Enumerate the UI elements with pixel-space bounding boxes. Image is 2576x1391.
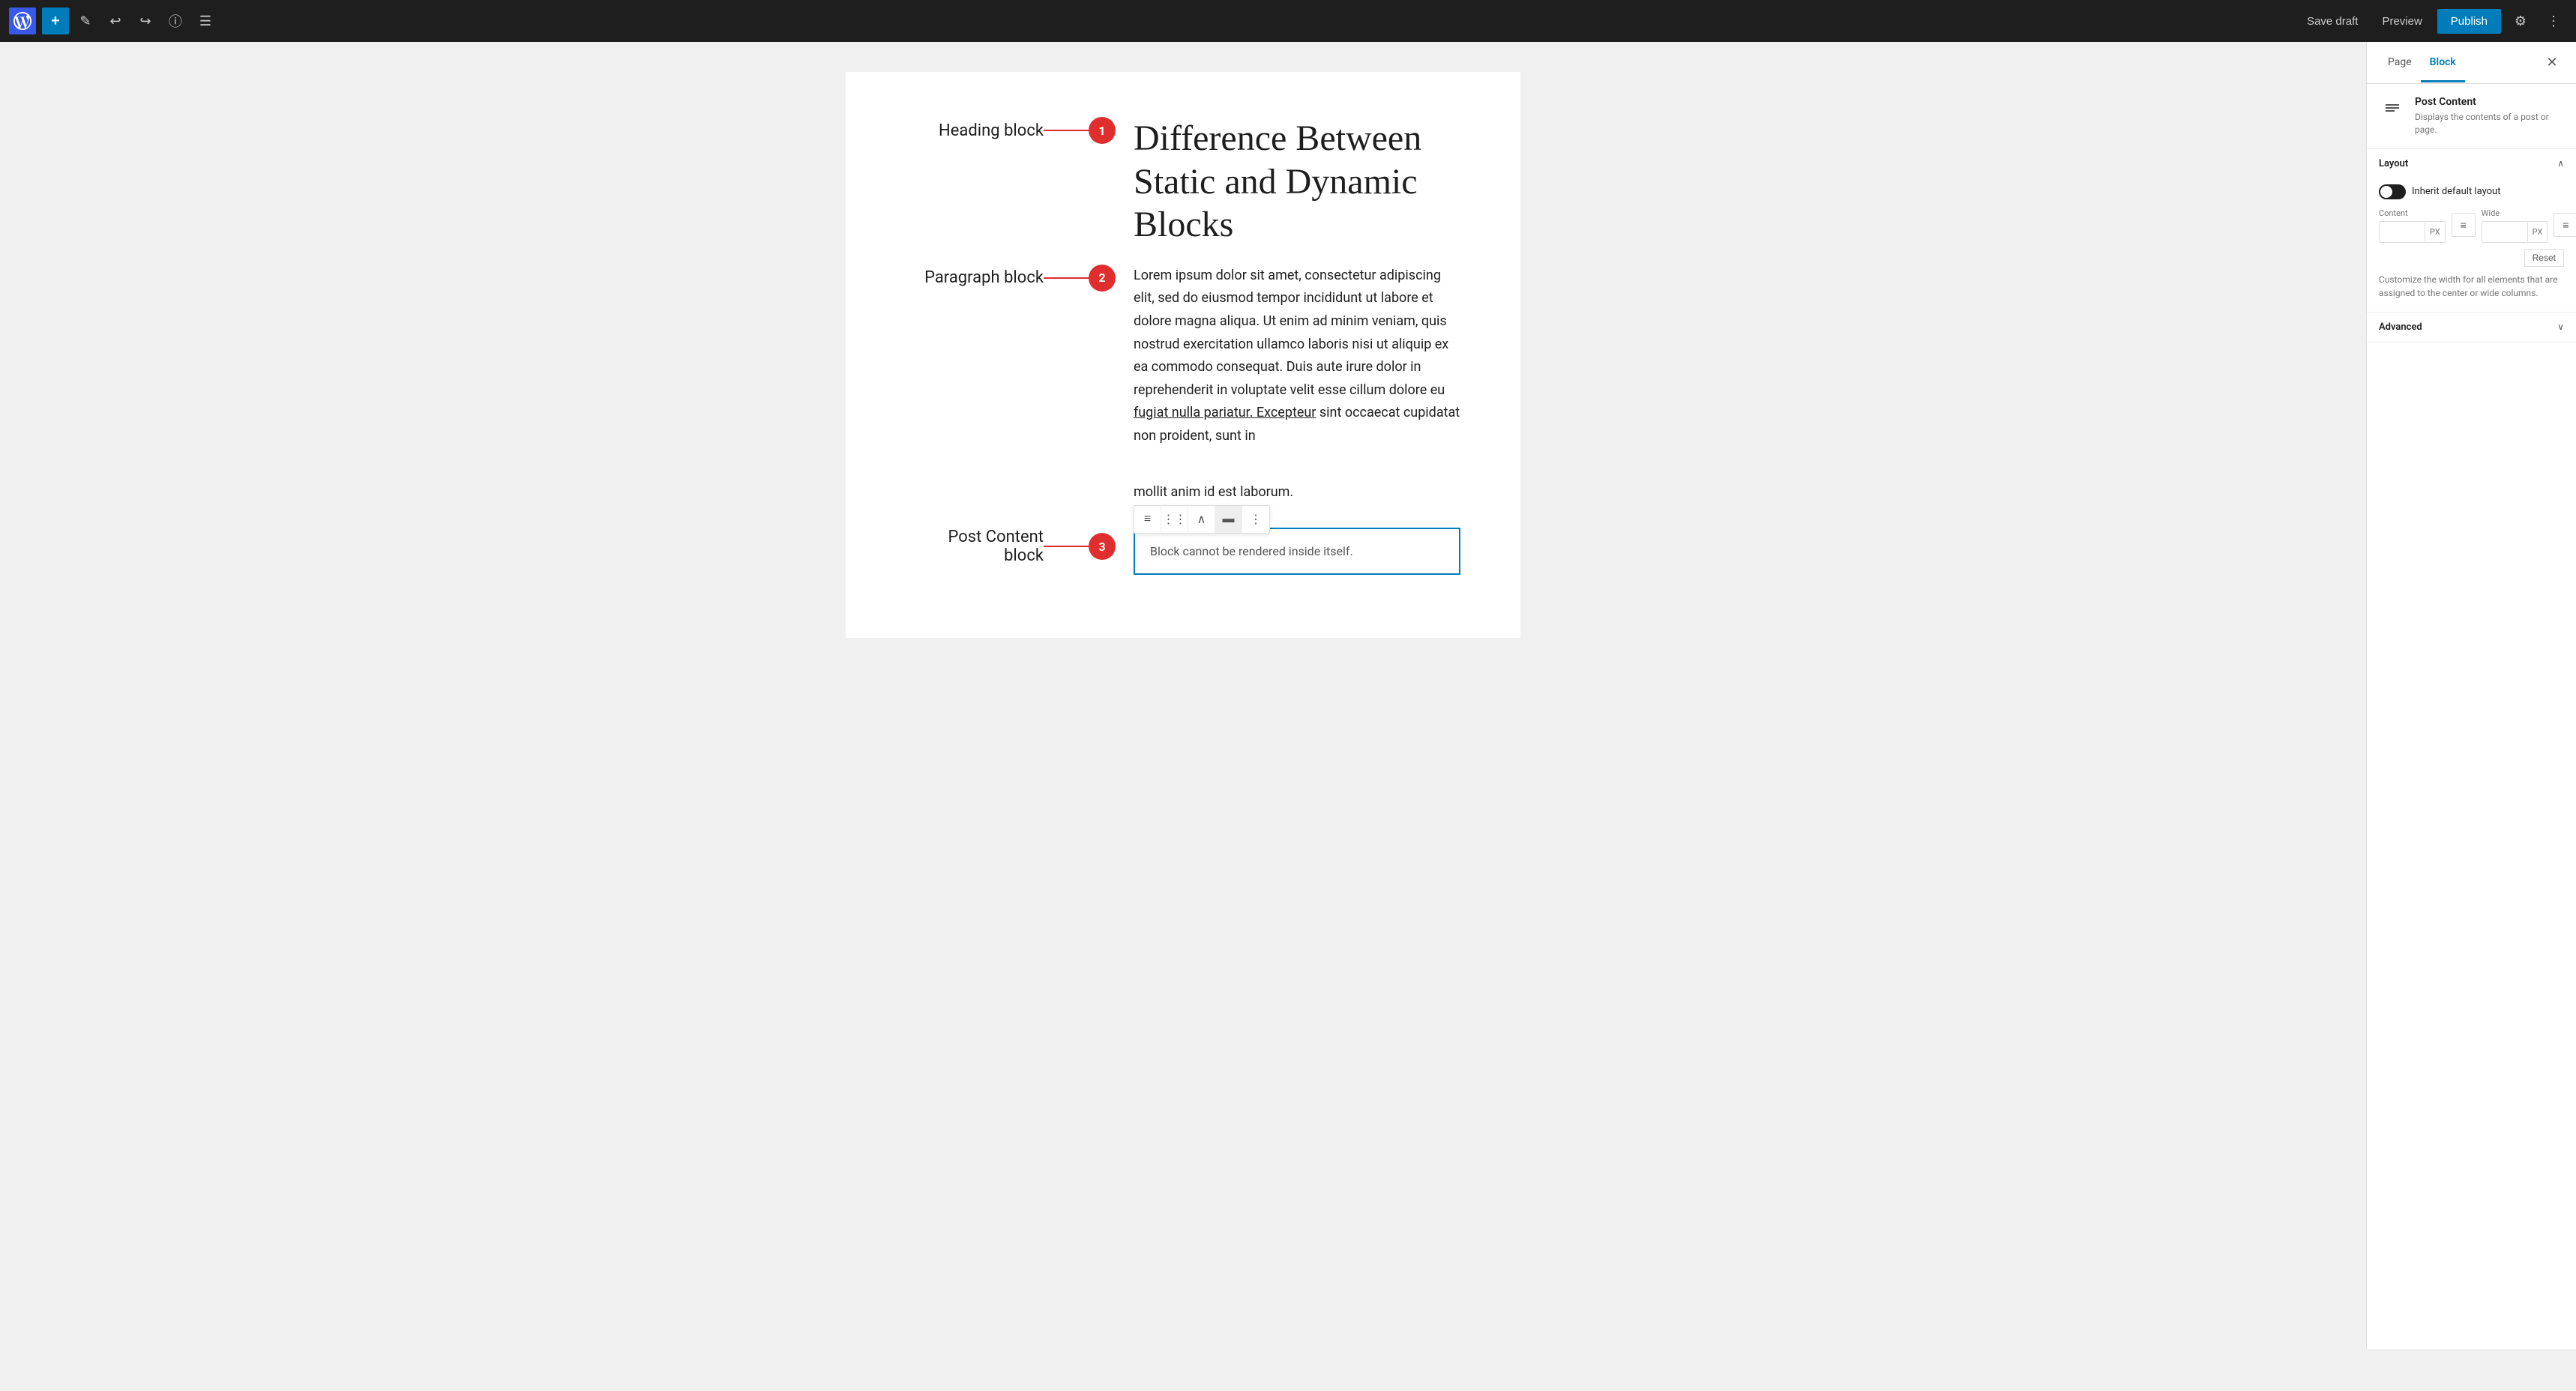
post-content-icon — [2379, 96, 2406, 123]
toolbar-center-align-button[interactable]: ▬ — [1215, 506, 1242, 533]
publish-button[interactable]: Publish — [2437, 9, 2501, 34]
content-width-label: Content — [2379, 208, 2446, 218]
heading-arrow-line — [1044, 130, 1089, 131]
advanced-chevron-icon: ∨ — [2557, 322, 2564, 332]
toolbar-right: Save draft Preview Publish ⚙ ⋮ — [2298, 7, 2567, 34]
post-content-annotation-circle: 3 — [1089, 533, 1116, 560]
heading-label-col: Heading block 1 — [906, 117, 1116, 144]
inherit-layout-toggle[interactable] — [2379, 184, 2406, 199]
post-content-block-col: Block cannot be rendered inside itself. — [1116, 528, 1460, 575]
layout-section-header[interactable]: Layout ∧ — [2367, 149, 2576, 178]
heading-annotation-label: Heading block — [894, 121, 1044, 140]
content-width-group: Content PX — [2379, 208, 2446, 243]
content-px-label: PX — [2425, 223, 2445, 241]
post-content-label-col: Post Content block 3 — [906, 528, 1116, 565]
layout-section: Layout ∧ Inherit default layout Content … — [2367, 149, 2576, 313]
undo-button[interactable]: ↩ — [102, 7, 129, 34]
post-content-block[interactable]: Block cannot be rendered inside itself. — [1134, 528, 1460, 575]
reset-button[interactable]: Reset — [2524, 249, 2564, 267]
top-toolbar: + ✎ ↩ ↪ ⓘ ☰ Save draft Preview Publish ⚙… — [0, 0, 2576, 42]
post-content-block-row: Post Content block 3 Block cannot — [906, 528, 1460, 575]
settings-button[interactable]: ⚙ — [2507, 7, 2534, 34]
width-inputs: Content PX ≡ Wide PX — [2379, 208, 2564, 243]
add-block-button[interactable]: + — [42, 7, 69, 34]
content-width-input[interactable] — [2380, 222, 2425, 242]
paragraph-annotation-arrow: 2 — [1044, 265, 1116, 292]
paragraph-block-col: Lorem ipsum dolor sit amet, consectetur … — [1116, 265, 1460, 504]
underline-text: fugiat nulla pariatur. Excepteur — [1134, 405, 1316, 420]
content-align-button[interactable]: ≡ — [2452, 213, 2476, 237]
advanced-section-header[interactable]: Advanced ∨ — [2367, 313, 2576, 342]
layout-section-title: Layout — [2379, 158, 2408, 169]
post-content-arrow-line — [1044, 546, 1089, 547]
tab-page[interactable]: Page — [2379, 44, 2421, 82]
main-layout: Heading block 1 Difference Between Stati… — [0, 42, 2576, 1349]
heading-block-text[interactable]: Difference Between Static and Dynamic Bl… — [1134, 117, 1460, 247]
wp-logo[interactable] — [9, 7, 36, 34]
paragraph-block-row: Paragraph block 2 Lorem ipsum dolor sit … — [906, 265, 1460, 504]
block-info-title: Post Content — [2415, 96, 2564, 108]
wide-align-button[interactable]: ≡ — [2554, 213, 2576, 237]
paragraph-block-text-continued[interactable]: mollit anim id est laborum. — [1134, 481, 1460, 504]
paragraph-annotation-label: Paragraph block — [894, 268, 1044, 287]
editor-area: Heading block 1 Difference Between Stati… — [0, 42, 2366, 1349]
paragraph-annotation-circle: 2 — [1089, 265, 1116, 292]
block-info-desc: Displays the contents of a post or page. — [2415, 111, 2564, 136]
redo-button[interactable]: ↪ — [132, 7, 159, 34]
advanced-section: Advanced ∨ — [2367, 313, 2576, 343]
wide-width-group: Wide PX — [2482, 208, 2548, 243]
paragraph-label-col: Paragraph block 2 — [906, 265, 1116, 292]
reset-row: Reset — [2379, 249, 2564, 267]
inherit-layout-row: Inherit default layout — [2379, 184, 2564, 199]
paragraph-block-text[interactable]: Lorem ipsum dolor sit amet, consectetur … — [1134, 265, 1460, 448]
advanced-section-title: Advanced — [2379, 322, 2422, 333]
post-content-annotation-label: Post Content block — [894, 528, 1044, 565]
heading-block-col: Difference Between Static and Dynamic Bl… — [1116, 117, 1460, 247]
wide-width-label: Wide — [2482, 208, 2548, 218]
list-view-button[interactable]: ☰ — [192, 7, 219, 34]
sidebar: Page Block ✕ Post Content Displays the c… — [2366, 42, 2576, 1349]
edit-button[interactable]: ✎ — [72, 7, 99, 34]
toolbar-move-button[interactable]: ∧ — [1188, 506, 1215, 533]
editor-content: Heading block 1 Difference Between Stati… — [846, 72, 1520, 638]
wide-width-input[interactable] — [2482, 222, 2527, 242]
heading-block-row: Heading block 1 Difference Between Stati… — [906, 117, 1460, 247]
sidebar-header: Page Block ✕ — [2367, 42, 2576, 84]
save-draft-button[interactable]: Save draft — [2298, 10, 2367, 32]
paragraph-arrow-line — [1044, 277, 1089, 279]
heading-annotation-arrow: 1 — [1044, 117, 1116, 144]
info-button[interactable]: ⓘ — [162, 7, 189, 34]
tab-block[interactable]: Block — [2421, 44, 2465, 82]
toolbar-more-button[interactable]: ⋮ — [1242, 506, 1269, 533]
layout-section-content: Inherit default layout Content PX ≡ — [2367, 178, 2576, 312]
block-toolbar: ≡ ⋮⋮ ∧ ▬ ⋮ — [1134, 505, 1270, 534]
block-info-text: Post Content Displays the contents of a … — [2415, 96, 2564, 136]
preview-button[interactable]: Preview — [2373, 10, 2431, 32]
sidebar-close-button[interactable]: ✕ — [2540, 51, 2564, 75]
inherit-layout-label: Inherit default layout — [2412, 186, 2500, 197]
paragraph-block-container: Lorem ipsum dolor sit amet, consectetur … — [1134, 265, 1460, 504]
toolbar-drag-button[interactable]: ⋮⋮ — [1161, 506, 1188, 533]
block-info: Post Content Displays the contents of a … — [2367, 84, 2576, 149]
wide-px-label: PX — [2527, 223, 2548, 241]
wide-width-input-row: PX — [2482, 221, 2548, 243]
post-content-annotation-arrow: 3 — [1044, 533, 1116, 560]
heading-annotation-circle: 1 — [1089, 117, 1116, 144]
more-options-button[interactable]: ⋮ — [2540, 7, 2567, 34]
toolbar-align-button[interactable]: ≡ — [1134, 506, 1161, 533]
customize-text: Customize the width for all elements tha… — [2379, 273, 2564, 300]
post-content-block-placeholder: Block cannot be rendered inside itself. — [1150, 544, 1353, 558]
content-width-input-row: PX — [2379, 221, 2446, 243]
wp-logo-icon — [13, 12, 31, 30]
layout-chevron-icon: ∧ — [2557, 158, 2564, 169]
